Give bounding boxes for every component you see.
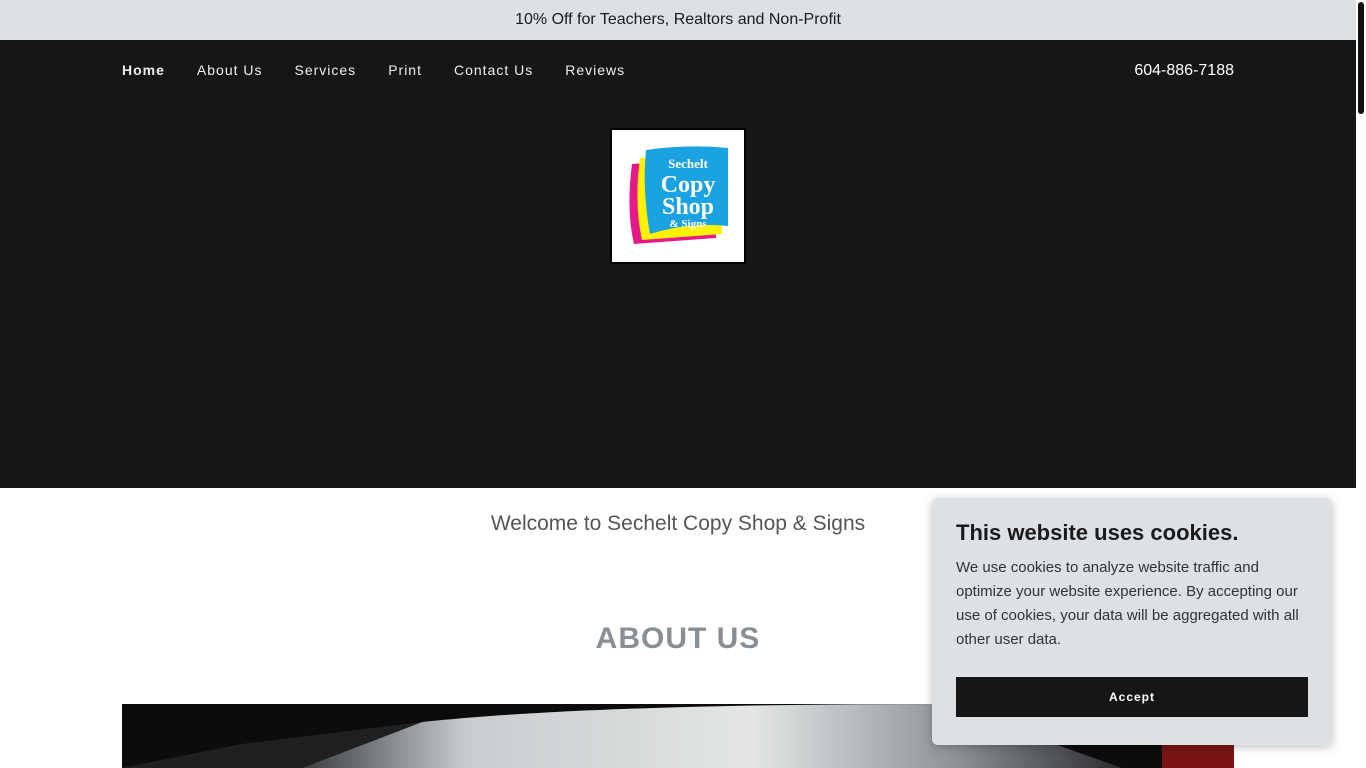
cookie-banner: This website uses cookies. We use cookie…: [932, 498, 1332, 745]
nav-item-home[interactable]: Home: [122, 62, 165, 78]
nav-item-reviews[interactable]: Reviews: [565, 62, 625, 78]
promo-bar: 10% Off for Teachers, Realtors and Non-P…: [0, 0, 1356, 40]
accept-cookies-button[interactable]: Accept: [956, 677, 1308, 717]
promo-text: 10% Off for Teachers, Realtors and Non-P…: [515, 11, 841, 28]
scrollbar-thumb[interactable]: [1358, 2, 1364, 114]
logo-line3: Shop: [662, 194, 714, 220]
nav-item-about-us[interactable]: About Us: [197, 62, 263, 78]
logo-line1: Sechelt: [668, 156, 708, 171]
scrollbar-track[interactable]: [1356, 0, 1366, 768]
nav-item-services[interactable]: Services: [295, 62, 357, 78]
phone-link[interactable]: 604-886-7188: [1134, 62, 1234, 80]
logo-graphic: Sechelt Copy Shop & Signs: [629, 146, 728, 244]
site-logo[interactable]: Sechelt Copy Shop & Signs: [610, 128, 746, 264]
nav-item-print[interactable]: Print: [388, 62, 422, 78]
cookie-title: This website uses cookies.: [956, 520, 1239, 545]
logo-line4: & Signs: [670, 218, 708, 230]
cookie-body: We use cookies to analyze website traffi…: [956, 559, 1299, 648]
main-nav: Home About Us Services Print Contact Us …: [122, 62, 657, 78]
nav-item-contact-us[interactable]: Contact Us: [454, 62, 533, 78]
hero-header: Home About Us Services Print Contact Us …: [0, 40, 1356, 488]
